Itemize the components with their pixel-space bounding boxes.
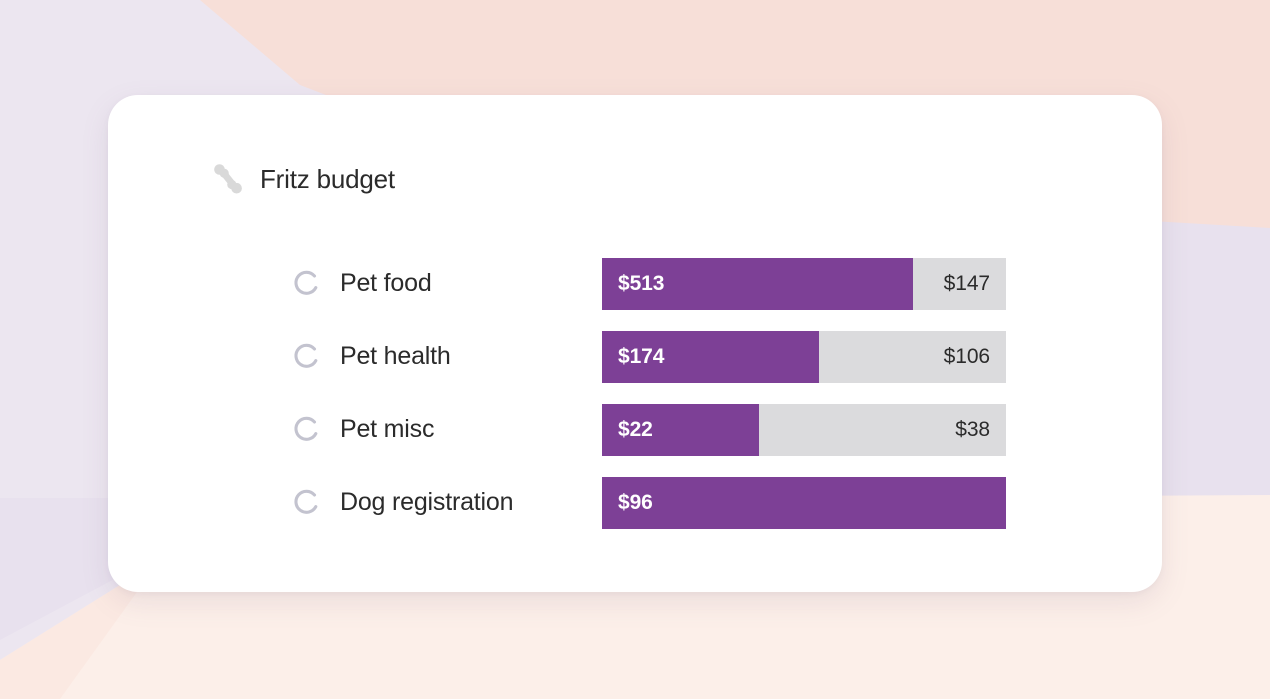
bar-spent-segment: $22 (602, 403, 760, 456)
row-label: Pet food (340, 269, 432, 297)
bar-spent-segment: $513 (602, 257, 914, 310)
table-row[interactable]: Pet health $174 $106 (108, 320, 1162, 393)
progress-ring-icon (294, 270, 318, 295)
bar-spent-value: $174 (618, 344, 665, 368)
row-label: Pet misc (340, 415, 435, 443)
bar-remaining-value: $106 (943, 344, 990, 368)
progress-ring-icon (294, 489, 318, 514)
bar-remaining-segment: $147 (913, 258, 1006, 310)
row-label: Dog registration (340, 488, 514, 516)
card-header: Fritz budget (210, 157, 395, 201)
bone-icon (214, 164, 242, 194)
budget-bar[interactable]: $22 $38 (602, 403, 1006, 456)
row-label: Pet health (340, 342, 451, 370)
bar-spent-value: $22 (618, 417, 653, 441)
bar-remaining-value: $147 (943, 271, 990, 295)
progress-ring-icon (294, 343, 318, 368)
table-row[interactable]: Dog registration $96 (108, 466, 1162, 539)
bar-remaining-segment: $38 (759, 404, 1006, 456)
budget-rows: Pet food $513 $147 Pet health $174 $106 … (108, 247, 1162, 539)
budget-bar[interactable]: $96 (602, 476, 1006, 529)
bar-spent-segment: $174 (602, 330, 819, 383)
budget-bar[interactable]: $174 $106 (602, 330, 1006, 383)
bar-remaining-segment: $106 (819, 331, 1006, 383)
progress-ring-icon (294, 416, 318, 441)
page-title: Fritz budget (260, 163, 395, 194)
table-row[interactable]: Pet misc $22 $38 (108, 393, 1162, 466)
table-row[interactable]: Pet food $513 $147 (108, 247, 1162, 320)
bar-spent-value: $513 (618, 271, 665, 295)
budget-bar[interactable]: $513 $147 (602, 257, 1006, 310)
budget-card: Fritz budget Pet food $513 $147 Pet heal… (108, 95, 1162, 592)
bar-remaining-value: $38 (955, 417, 990, 441)
bar-spent-segment: $96 (602, 476, 1006, 529)
bar-spent-value: $96 (618, 490, 653, 514)
